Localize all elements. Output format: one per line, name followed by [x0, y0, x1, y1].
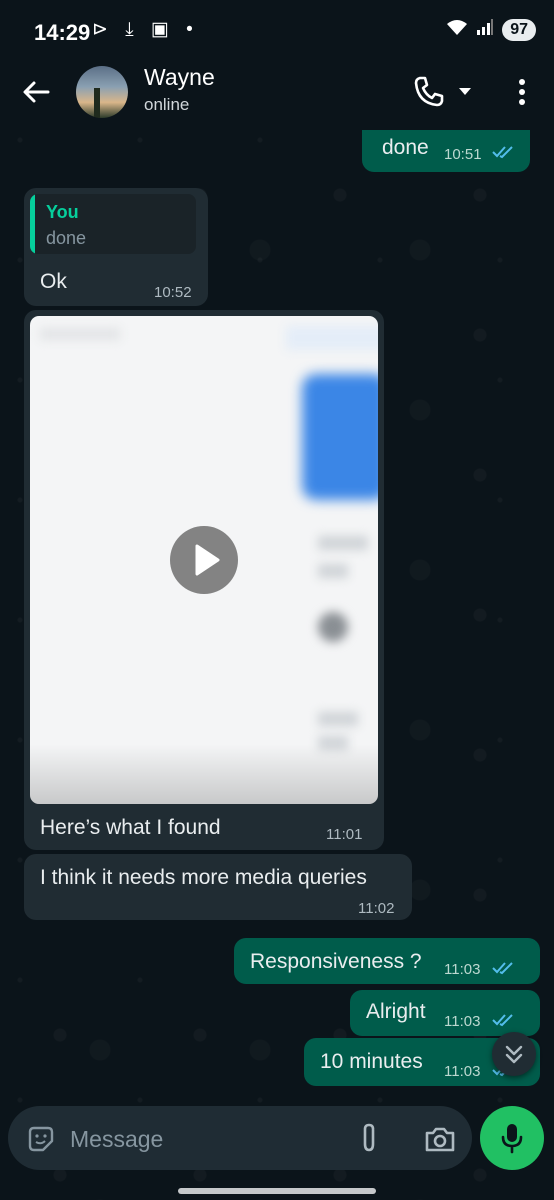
- camera-icon[interactable]: [424, 1124, 456, 1154]
- signal-icon: [476, 18, 494, 41]
- read-receipt-icon: [492, 146, 513, 159]
- message-outgoing[interactable]: Responsiveness ? 11:03: [234, 938, 540, 984]
- message-input[interactable]: [68, 1120, 332, 1158]
- quote-author: You: [46, 202, 79, 222]
- video-caption: Here’s what I found: [40, 816, 221, 839]
- message-outgoing[interactable]: Alright 11:03: [350, 990, 540, 1036]
- gesture-nav-bar[interactable]: [178, 1188, 376, 1194]
- quote-bar: [30, 194, 35, 254]
- video-content: [318, 612, 348, 642]
- message-text: done: [382, 136, 429, 159]
- message-time: 11:01: [326, 826, 363, 843]
- video-shade: [30, 744, 378, 804]
- message-composer: [8, 1106, 472, 1170]
- contact-name[interactable]: Wayne: [144, 64, 215, 91]
- status-bar: 14:29 ⊳ ⤓ ▣ • 97: [0, 0, 554, 62]
- video-content: [318, 564, 348, 578]
- read-receipt-icon: [492, 1014, 513, 1027]
- message-time: 11:02: [358, 900, 395, 917]
- battery-indicator: 97: [502, 18, 536, 41]
- attach-icon[interactable]: [356, 1122, 382, 1154]
- message-incoming-video[interactable]: Here’s what I found 11:01: [24, 310, 384, 850]
- message-text: I think it needs more media queries: [40, 866, 367, 889]
- sticker-emoji-icon[interactable]: [26, 1124, 56, 1154]
- message-text: 10 minutes: [320, 1050, 423, 1073]
- video-content: [318, 712, 358, 726]
- message-text: Ok: [40, 270, 67, 293]
- play-button[interactable]: [170, 526, 238, 594]
- chat-header: Wayne online: [0, 62, 554, 130]
- status-time: 14:29: [34, 20, 91, 45]
- video-thumbnail[interactable]: [30, 316, 378, 804]
- message-text: Alright: [366, 1000, 426, 1023]
- voice-message-button[interactable]: [480, 1106, 544, 1170]
- message-list[interactable]: done 10:51 You done Ok 10:52 Here’s what…: [0, 130, 554, 1100]
- video-content: [318, 536, 368, 550]
- notification-icons: ⊳ ⤓ ▣ •: [92, 19, 199, 40]
- scroll-to-bottom-button[interactable]: [492, 1032, 536, 1076]
- contact-status: online: [144, 95, 190, 114]
- quote-text: done: [46, 228, 87, 248]
- quoted-message[interactable]: You done: [30, 194, 196, 254]
- message-time: 10:51: [444, 146, 482, 163]
- back-arrow-icon[interactable]: [18, 74, 54, 110]
- message-text: Responsiveness ?: [250, 950, 422, 973]
- message-incoming[interactable]: I think it needs more media queries 11:0…: [24, 854, 412, 920]
- double-chevron-down-icon: [505, 1045, 523, 1064]
- message-incoming[interactable]: You done Ok 10:52: [24, 188, 208, 306]
- play-icon: [195, 544, 220, 576]
- video-content: [40, 328, 120, 340]
- avatar[interactable]: [76, 66, 128, 118]
- message-outgoing[interactable]: done 10:51: [362, 130, 530, 172]
- video-content: [286, 326, 378, 350]
- status-right: 97: [446, 18, 536, 41]
- video-content: [302, 374, 378, 500]
- voice-call-icon[interactable]: [412, 74, 446, 108]
- message-time: 11:03: [444, 961, 481, 978]
- wifi-icon: [446, 18, 468, 41]
- message-time: 11:03: [444, 1063, 481, 1080]
- more-options-icon[interactable]: [508, 76, 536, 108]
- message-time: 10:52: [154, 284, 192, 301]
- mic-icon: [501, 1124, 523, 1154]
- read-receipt-icon: [492, 962, 513, 975]
- message-time: 11:03: [444, 1013, 481, 1030]
- chevron-down-icon[interactable]: [456, 82, 474, 100]
